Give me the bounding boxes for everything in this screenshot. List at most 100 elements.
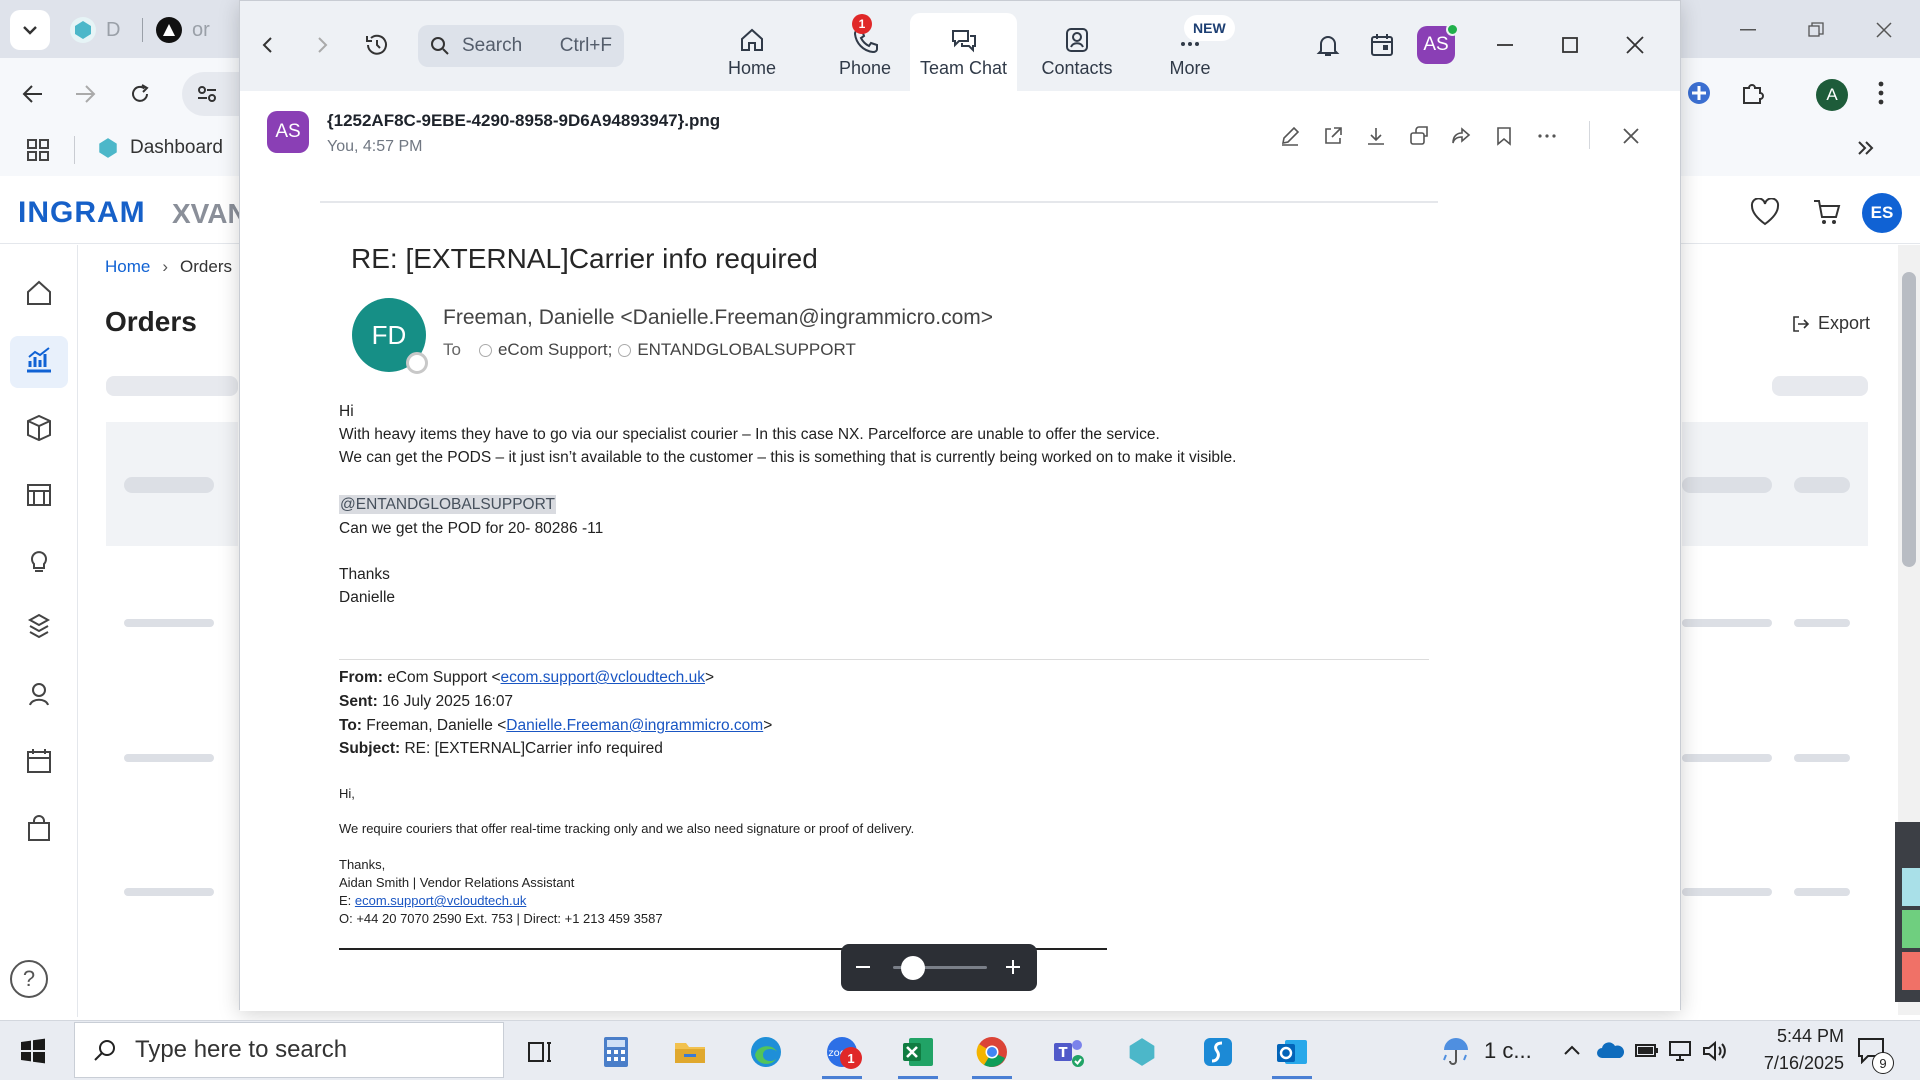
rail-store-icon[interactable]: [20, 475, 58, 513]
favorites-heart-icon[interactable]: [1750, 198, 1784, 228]
zoom-in-button[interactable]: [1003, 957, 1025, 979]
address-bar[interactable]: [182, 72, 242, 116]
clock-date[interactable]: 7/16/2025: [1745, 1053, 1844, 1074]
weather-text[interactable]: 1 c...: [1484, 1038, 1532, 1064]
zoom-window: Search Ctrl+F Home Phone 1 Team Chat Con…: [239, 0, 1681, 1011]
edit-button[interactable]: [1275, 121, 1305, 151]
rail-home-icon[interactable]: [20, 274, 58, 312]
zoom-close-button[interactable]: [1625, 35, 1649, 59]
chrome-app[interactable]: [970, 1030, 1014, 1074]
network-icon[interactable]: [1668, 1040, 1694, 1062]
calculator-icon: [604, 1037, 628, 1067]
rail-products-icon[interactable]: [20, 408, 58, 446]
rail-services-icon[interactable]: [20, 608, 58, 646]
browser-tab-2[interactable]: or: [156, 10, 210, 50]
cart-icon[interactable]: [1812, 198, 1846, 228]
rail-support-icon[interactable]: [20, 675, 58, 713]
zoom-slider-thumb[interactable]: [901, 956, 925, 980]
zoom-forward-button[interactable]: [312, 35, 334, 57]
download-button[interactable]: [1361, 121, 1391, 151]
calculator-app[interactable]: [594, 1030, 638, 1074]
history-clock-icon: [366, 34, 387, 55]
zoom-nav-contacts[interactable]: Contacts: [1027, 13, 1127, 91]
apps-grid-icon[interactable]: [26, 138, 50, 162]
presence-unknown-icon: [406, 352, 428, 374]
chevron-right-icon: [318, 37, 328, 53]
notifications-button[interactable]: [1315, 32, 1343, 60]
open-external-button[interactable]: [1318, 121, 1348, 151]
recipient: eCom Support;: [497, 340, 613, 359]
email-greeting: Hi: [339, 403, 354, 420]
rail-ideas-lightbulb-icon[interactable]: [20, 542, 58, 580]
zoom-out-button[interactable]: [853, 957, 875, 979]
task-view-button[interactable]: [518, 1030, 562, 1074]
teams-app[interactable]: T: [1046, 1030, 1090, 1074]
rail-shopping-bag-icon[interactable]: [20, 810, 58, 848]
page-scrollbar-thumb[interactable]: [1902, 272, 1916, 567]
side-widget-tab[interactable]: [1902, 910, 1920, 948]
browser-restore-button[interactable]: [1796, 12, 1836, 48]
presence-icon: [618, 343, 632, 357]
zoom-nav-home[interactable]: Home: [702, 13, 802, 91]
excel-app[interactable]: [896, 1030, 940, 1074]
browser-close-button[interactable]: [1864, 12, 1904, 48]
to-close: >: [763, 717, 773, 734]
breadcrumb-home[interactable]: Home: [105, 257, 150, 277]
more-bookmarks-button[interactable]: [1856, 138, 1878, 160]
forward-button[interactable]: [1446, 121, 1476, 151]
image-zoom-control: [841, 944, 1037, 991]
sigma-app[interactable]: [1196, 1030, 1240, 1074]
rail-analytics-icon[interactable]: [20, 341, 58, 379]
close-viewer-button[interactable]: [1616, 121, 1646, 151]
minus-icon: [856, 966, 870, 968]
outlook-app[interactable]: [1270, 1030, 1314, 1074]
weather-widget[interactable]: [1440, 1034, 1476, 1070]
quoted-to: To: Freeman, Danielle <Danielle.Freeman@…: [339, 717, 772, 735]
side-widget-tab[interactable]: [1902, 868, 1920, 906]
onedrive-icon[interactable]: [1596, 1040, 1624, 1062]
extension-icon[interactable]: [1686, 80, 1714, 108]
forward-button[interactable]: [64, 73, 106, 115]
quoted-from: From: eCom Support <ecom.support@vcloudt…: [339, 669, 714, 687]
browser-minimize-button[interactable]: [1728, 12, 1768, 48]
volume-icon[interactable]: [1702, 1040, 1728, 1062]
email-screenshot-image: RE: [EXTERNAL]Carrier info required FD F…: [320, 203, 1438, 973]
zoom-back-button[interactable]: [258, 35, 280, 57]
extensions-puzzle-icon[interactable]: [1740, 80, 1768, 108]
calendar-button[interactable]: [1369, 32, 1397, 60]
xvantage-app[interactable]: [1120, 1030, 1164, 1074]
search-icon: [94, 1040, 115, 1061]
bookmark-button[interactable]: [1489, 121, 1519, 151]
ingram-logo[interactable]: INGRAM: [18, 196, 146, 230]
browser-tab-1[interactable]: D: [70, 10, 120, 50]
clock-time[interactable]: 5:44 PM: [1750, 1026, 1844, 1047]
zoom-maximize-button[interactable]: [1560, 35, 1584, 59]
show-hidden-icons-button[interactable]: [1562, 1040, 1584, 1062]
export-icon: [1793, 315, 1810, 332]
signature-name: Aidan Smith | Vendor Relations Assistant: [339, 875, 575, 890]
folder-icon: [675, 1043, 705, 1063]
side-widget-tab[interactable]: [1902, 952, 1920, 990]
battery-icon[interactable]: [1634, 1040, 1660, 1062]
zoom-nav-team-chat[interactable]: Team Chat: [910, 13, 1017, 91]
taskbar-search-box[interactable]: Type here to search: [74, 1022, 504, 1078]
more-options-button[interactable]: [1532, 121, 1562, 151]
bookmark-dashboard[interactable]: Dashboard: [96, 136, 223, 160]
zoom-search-box[interactable]: Search Ctrl+F: [418, 25, 624, 67]
excel-icon: [903, 1038, 933, 1066]
file-explorer-app[interactable]: [668, 1030, 712, 1074]
edge-app[interactable]: [744, 1030, 788, 1074]
tab-search-button[interactable]: [10, 10, 50, 50]
share-screen-button[interactable]: [1404, 121, 1434, 151]
zoom-history-button[interactable]: [364, 32, 392, 60]
site-user-avatar[interactable]: ES: [1862, 193, 1902, 233]
zoom-minimize-button[interactable]: [1495, 35, 1519, 59]
back-button[interactable]: [12, 73, 54, 115]
export-button[interactable]: Export: [1792, 313, 1870, 334]
help-icon[interactable]: ?: [10, 960, 48, 998]
rail-calendar-icon[interactable]: [20, 742, 58, 780]
browser-menu-button[interactable]: [1878, 80, 1888, 108]
reload-button[interactable]: [119, 73, 161, 115]
chrome-profile-avatar[interactable]: A: [1816, 79, 1848, 111]
start-button[interactable]: [20, 1038, 48, 1066]
